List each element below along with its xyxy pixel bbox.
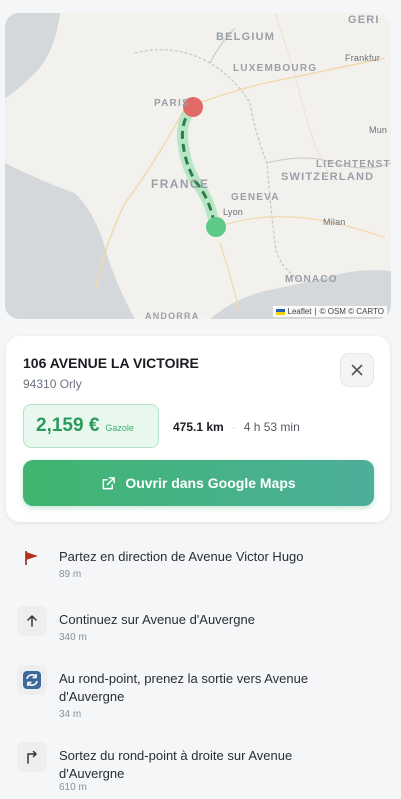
flag-icon [25, 551, 38, 565]
arrow-up-icon [27, 615, 37, 627]
destination-title: 106 AVENUE LA VICTOIRE [23, 355, 199, 371]
end-marker [206, 217, 226, 237]
map-label-milan: Milan [323, 217, 346, 227]
destination-card: 106 AVENUE LA VICTOIRE 94310 Orly 2,159 … [6, 336, 390, 522]
step-instruction: Au rond-point, prenez la sortie vers Ave… [59, 671, 309, 704]
map-label-geneva: GENEVA [231, 192, 280, 203]
attribution-separator: | [314, 307, 317, 316]
destination-subtitle: 94310 Orly [23, 377, 82, 391]
ukraine-flag-icon [275, 308, 285, 315]
map-label-germany: GERI [348, 14, 380, 26]
trip-stats: 475.1 km · 4 h 53 min [173, 420, 300, 434]
trip-distance: 475.1 km [173, 420, 224, 434]
close-button[interactable] [340, 353, 374, 387]
turn-right-icon [27, 750, 37, 764]
step-instruction: Partez en direction de Avenue Victor Hug… [59, 549, 304, 564]
map-label-munich: Mun [369, 125, 388, 135]
step-instruction: Sortez du rond-point à droite sur Avenue… [59, 748, 293, 781]
map-label-andorra: ANDORRA [145, 311, 200, 319]
step-icon [17, 742, 47, 772]
map-label-liechtenstein: LIECHTENST [316, 159, 391, 170]
map-label-belgium: BELGIUM [216, 31, 276, 43]
map-label-monaco: MONACO [285, 274, 338, 285]
trip-duration: 4 h 53 min [243, 420, 300, 434]
open-google-maps-button[interactable]: Ouvrir dans Google Maps [23, 460, 374, 506]
map-label-switzerland: SWITZERLAND [281, 171, 375, 183]
map-label-frankfurt: Frankfur [345, 53, 381, 63]
leaflet-link[interactable]: Leaflet [288, 307, 312, 316]
route-map[interactable]: BELGIUM LUXEMBOURG PARIS FRANCE GENEVA L… [5, 13, 391, 319]
step-icon [17, 665, 47, 695]
fuel-price: 2,159 € [36, 415, 100, 436]
step-distance: 89 m [59, 569, 82, 580]
step-icon [17, 606, 47, 636]
price-badge: 2,159 € Gazole [23, 404, 159, 448]
step-instruction: Continuez sur Avenue d'Auvergne [59, 612, 255, 627]
map-attribution: Leaflet | © OSM © CARTO [272, 306, 387, 317]
map-label-luxembourg: LUXEMBOURG [233, 63, 318, 74]
step-icon [17, 543, 47, 573]
open-google-maps-label: Ouvrir dans Google Maps [125, 475, 296, 491]
map-label-paris: PARIS [154, 98, 190, 109]
osm-carto-link[interactable]: © OSM © CARTO [320, 307, 384, 316]
stats-separator: · [231, 420, 236, 434]
roundabout-icon [23, 671, 41, 689]
close-icon [351, 364, 363, 376]
step-distance: 34 m [59, 709, 82, 720]
fuel-type: Gazole [105, 422, 134, 433]
step-distance: 340 m [59, 632, 87, 643]
step-distance: 610 m [59, 782, 87, 793]
map-label-lyon: Lyon [223, 207, 243, 217]
external-link-icon [102, 476, 116, 489]
map-label-france: FRANCE [151, 177, 210, 191]
